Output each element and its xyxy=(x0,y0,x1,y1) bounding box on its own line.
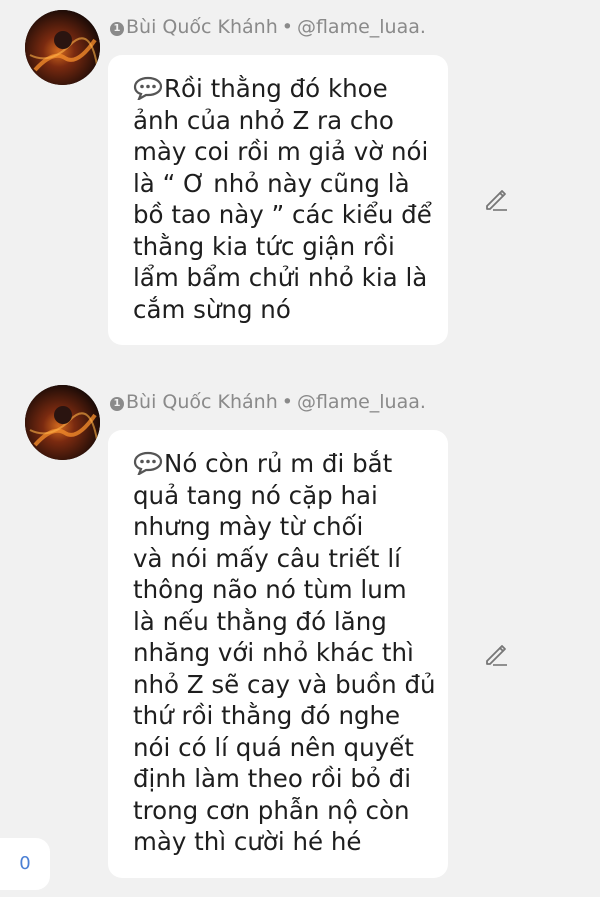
author-handle[interactable]: @flame_luaa. xyxy=(297,391,426,413)
message-line: thứ rồi thằng đó nghe xyxy=(133,701,401,730)
speech-bubble-icon xyxy=(133,76,163,102)
message-line: là “ Ơ nhỏ này cũng là xyxy=(133,168,410,198)
message-line: lẩm bẩm chửi nhỏ kia là xyxy=(133,263,428,292)
rank-badge: 1 xyxy=(110,397,124,411)
message-bubble: Nó còn rủ m đi bắt quả tang nó cặp hai n… xyxy=(108,430,448,878)
post-author[interactable]: 1 Bùi Quốc Khánh • @flame_luaa. xyxy=(110,390,426,414)
avatar[interactable] xyxy=(25,385,100,460)
message-line: Rồi thằng đó khoe xyxy=(133,73,436,105)
message-line: và nói mấy câu triết lí xyxy=(133,543,401,573)
message-line: nhỏ Z sẽ cay và buồn đủ xyxy=(133,669,436,699)
avatar[interactable] xyxy=(25,10,100,85)
message-line: ảnh của nhỏ Z ra cho xyxy=(133,105,394,135)
author-handle[interactable]: @flame_luaa. xyxy=(297,16,426,38)
speech-bubble-icon xyxy=(133,451,163,477)
message-line: cắm sừng nó xyxy=(133,294,291,324)
pencil-icon[interactable] xyxy=(483,641,509,667)
author-name[interactable]: Bùi Quốc Khánh xyxy=(126,391,278,413)
message-line: mày thì cười hé hé xyxy=(133,827,362,856)
message-line: bồ tao này ” các kiểu để xyxy=(133,200,432,229)
separator: • xyxy=(281,391,293,413)
message-line: nhăng với nhỏ khác thì xyxy=(133,638,414,667)
separator: • xyxy=(281,16,293,38)
author-name[interactable]: Bùi Quốc Khánh xyxy=(126,16,278,38)
message-line: mày coi rồi m giả vờ nói xyxy=(133,137,429,166)
message-line: định làm theo rồi bỏ đi xyxy=(133,764,412,793)
message-line: thằng kia tức giận rồi xyxy=(133,231,395,261)
message-line: là nếu thằng đó lăng xyxy=(133,606,387,636)
message-line: nhưng mày từ chối xyxy=(133,512,364,541)
message-bubble: Rồi thằng đó khoe ảnh của nhỏ Z ra cho m… xyxy=(108,55,448,345)
message-line: quả tang nó cặp hai xyxy=(133,480,378,510)
message-line: nói có lí quá nên quyết xyxy=(133,732,414,762)
post-author[interactable]: 1 Bùi Quốc Khánh • @flame_luaa. xyxy=(110,15,426,39)
rank-badge: 1 xyxy=(110,22,124,36)
comment-counter-button[interactable]: 0 xyxy=(0,838,50,890)
message-line: Nó còn rủ m đi bắt xyxy=(133,448,436,480)
pencil-icon[interactable] xyxy=(483,186,509,212)
message-line: thông não nó tùm lum xyxy=(133,575,407,604)
message-line: trong cơn phẫn nộ còn xyxy=(133,795,410,825)
